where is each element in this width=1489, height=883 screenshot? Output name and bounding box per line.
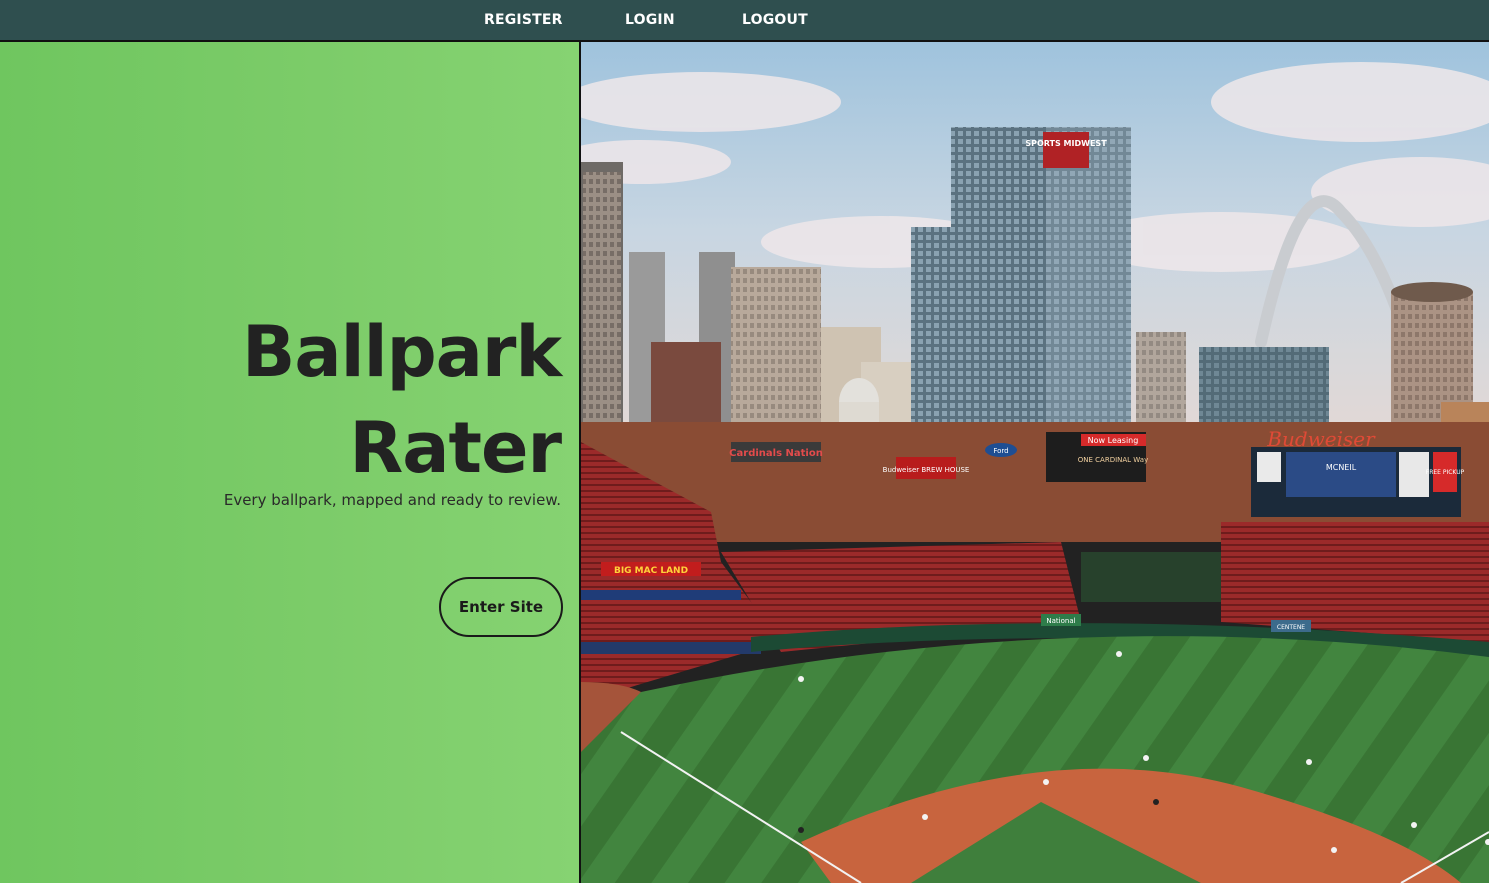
stadium-illustration: SPORTS MIDWEST Cardinals Nation Now Leas… — [581, 42, 1489, 883]
playing-field — [581, 636, 1489, 883]
big-mac-land-sign: BIG MAC LAND — [614, 566, 688, 576]
logout-link[interactable]: LOGOUT — [742, 12, 808, 30]
svg-text:ONE CARDINAL Way: ONE CARDINAL Way — [1078, 456, 1148, 464]
enter-site-button[interactable]: Enter Site — [439, 577, 563, 637]
top-nav-bar: REGISTER LOGIN LOGOUT — [0, 0, 1489, 42]
stadium-skyline-photo: SPORTS MIDWEST Cardinals Nation Now Leas… — [581, 42, 1489, 883]
title-line-ballpark: Ballpark — [242, 311, 562, 393]
svg-text:MCNEIL: MCNEIL — [1326, 463, 1357, 472]
svg-text:Now Leasing: Now Leasing — [1088, 436, 1139, 445]
title-line-rater: Rater — [349, 407, 562, 489]
sports-midwest-text: SPORTS MIDWEST — [1025, 139, 1107, 148]
sports-midwest-sign — [1043, 132, 1089, 168]
login-link[interactable]: LOGIN — [625, 12, 675, 30]
register-link[interactable]: REGISTER — [484, 12, 563, 30]
hero-subtitle: Every ballpark, mapped and ready to revi… — [223, 491, 561, 509]
svg-text:Budweiser BREW HOUSE: Budweiser BREW HOUSE — [883, 466, 970, 474]
hero-panel: Ballpark Rater Every ballpark, mapped an… — [0, 42, 581, 883]
svg-text:FREE PICKUP: FREE PICKUP — [1426, 469, 1465, 476]
svg-text:Cardinals Nation: Cardinals Nation — [729, 448, 823, 459]
scoreboard: MCNEIL FREE PICKUP — [1251, 447, 1465, 517]
svg-text:National: National — [1046, 617, 1075, 625]
page-title: Ballpark Rater — [242, 304, 562, 496]
svg-text:CENTENE: CENTENE — [1277, 624, 1305, 631]
svg-text:Ford: Ford — [993, 447, 1008, 455]
